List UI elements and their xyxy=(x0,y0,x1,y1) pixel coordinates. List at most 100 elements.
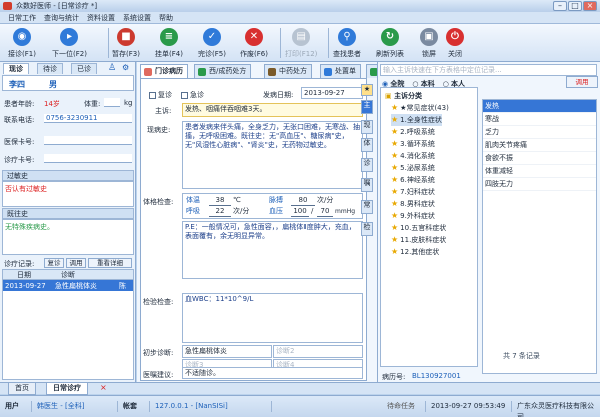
side-tab-advice[interactable]: 嘱 xyxy=(361,178,373,192)
complete-button[interactable]: ✓ 完诊(F5) xyxy=(198,26,226,60)
lab-input[interactable]: 血WBC：11*10^9/L xyxy=(182,293,363,343)
list-item[interactable]: 四肢无力 xyxy=(483,178,596,191)
tree-item[interactable]: ★ 11.皮肤科症状 xyxy=(391,234,446,246)
user-icon[interactable]: ♙ xyxy=(108,63,116,73)
tab-done[interactable]: 已诊 xyxy=(71,63,97,74)
insurance-input[interactable] xyxy=(44,136,132,145)
tab-waiting[interactable]: 待诊 xyxy=(37,63,63,74)
phone-input[interactable]: 0756-3230911 xyxy=(44,114,132,123)
physical-exam-input[interactable]: P.E：一般情况可，急性面容，，扁桃体Ⅱ度肿大，充血，表面覆有，余无明显异常。 xyxy=(182,221,363,279)
side-tab-diagnosis[interactable]: 诊 xyxy=(361,158,373,172)
diagnosis-2-input[interactable]: 诊断2 xyxy=(273,345,363,358)
pending-button[interactable]: ≡ 挂单(F4) xyxy=(155,26,183,60)
tree-item[interactable]: ★ 2.呼吸系统 xyxy=(391,126,435,138)
save-draft-button[interactable]: ■ 暂存(F3) xyxy=(112,26,140,60)
side-tab-star-icon[interactable]: ★ xyxy=(361,84,373,96)
close-button[interactable]: ⏻ 关闭 xyxy=(446,26,464,60)
diagnosis-label: 初步诊断: xyxy=(143,349,174,357)
side-tab-complaint[interactable]: 主 xyxy=(361,100,373,114)
emergency-checkbox[interactable]: 急诊 xyxy=(181,90,204,100)
lock-screen-button[interactable]: ▣ 锁屏 xyxy=(420,26,438,60)
revisit-button[interactable]: 复诊 xyxy=(44,258,64,268)
history-text[interactable]: 无特殊疾病史。 xyxy=(2,219,134,255)
advice-row: 医嘱建议: 不适随诊。 xyxy=(140,367,367,381)
close-window-button[interactable]: × xyxy=(583,1,597,11)
side-tab-common[interactable]: 常 xyxy=(361,200,373,214)
tree-item[interactable]: ★ 10.五官科症状 xyxy=(391,222,446,234)
record-table-header: 日期 诊断 xyxy=(3,270,133,280)
document-tabs: 首页 日常诊疗 × xyxy=(0,382,600,395)
complaint-input[interactable]: 发热、咽痛伴吞咽难3天。 xyxy=(182,103,363,117)
print-icon: ▤ xyxy=(292,28,311,46)
menu-system-settings[interactable]: 系统设置 xyxy=(123,13,151,23)
list-item[interactable]: 发热 xyxy=(483,100,596,113)
list-item[interactable]: 肌肉关节疼痛 xyxy=(483,139,596,152)
star-icon: ★ xyxy=(391,163,399,172)
bp-high-input[interactable]: 100 xyxy=(291,207,309,217)
use-template-button[interactable]: 调用 xyxy=(566,76,598,88)
find-patient-button[interactable]: ⚲ 查找患者 xyxy=(333,26,361,60)
call-patient-button[interactable]: ◉ 接诊(F1) xyxy=(8,26,36,60)
tree-item[interactable]: ★ 1.全身性症状 xyxy=(391,114,442,126)
menu-query-stats[interactable]: 查询与统计 xyxy=(44,13,79,23)
tree-item[interactable]: ★ 9.外科症状 xyxy=(391,210,435,222)
complaint-list: 发热 寒战 乏力 肌肉关节疼痛 食欲不振 体重减轻 四肢无力 共 7 条记录 xyxy=(482,99,597,374)
tree-root[interactable]: ▣ 主诉分类 xyxy=(385,90,422,102)
tree-item[interactable]: ★ 7.妇科症状 xyxy=(391,186,435,198)
minimize-button[interactable]: – xyxy=(553,1,567,11)
tree-item[interactable]: ★ 4.消化系统 xyxy=(391,150,435,162)
tree-item[interactable]: ★ 8.男科症状 xyxy=(391,198,435,210)
advice-input[interactable]: 不适随诊。 xyxy=(182,367,363,379)
respiration-input[interactable]: 22 xyxy=(209,207,231,217)
tab-current[interactable]: 现诊 xyxy=(3,63,29,74)
load-record-button[interactable]: 调用 xyxy=(66,258,86,268)
menu-help[interactable]: 帮助 xyxy=(159,13,173,23)
history-header: 既往史 xyxy=(2,208,134,219)
vitals-box: 体温 38 ℃ 脉搏 80 次/分 呼吸 22 次/分 血压 100 / 70 … xyxy=(182,193,363,219)
tab-western-prescription[interactable]: 西/成药处方 xyxy=(194,64,252,78)
tree-item[interactable]: ★ 6.神经系统 xyxy=(391,174,435,186)
tab-outpatient-record[interactable]: 门诊病历 xyxy=(140,64,188,78)
medical-record-panel: 门诊病历 西/成药处方 中药处方 处置单 其它 复诊 急诊 发病日期: 2013… xyxy=(137,62,415,382)
void-button[interactable]: ✕ 作废(F6) xyxy=(240,26,268,60)
tree-item[interactable]: ★ 5.泌尿系统 xyxy=(391,162,435,174)
pulse-input[interactable]: 80 xyxy=(291,196,315,206)
onset-date-picker[interactable]: 2013-09-27 xyxy=(301,87,363,99)
list-item[interactable]: 乏力 xyxy=(483,126,596,139)
allergy-text[interactable]: 否认有过敏史 xyxy=(2,181,134,207)
template-search-input[interactable]: 输入主诉快速在下方表格中定位记录... xyxy=(380,64,597,76)
tab-chinese-prescription[interactable]: 中药处方 xyxy=(264,64,312,78)
void-icon: ✕ xyxy=(244,28,263,46)
next-patient-button[interactable]: ▸ 下一位(F2) xyxy=(52,26,87,60)
side-tab-present[interactable]: 现 xyxy=(361,120,373,134)
tree-item[interactable]: ★ ★常见症状(43) xyxy=(391,102,449,114)
list-item[interactable]: 体重减轻 xyxy=(483,165,596,178)
menu-daily-work[interactable]: 日常工作 xyxy=(8,13,36,23)
bp-low-input[interactable]: 70 xyxy=(317,207,333,217)
tab-treatment-sheet[interactable]: 处置单 xyxy=(320,64,361,78)
tab-daily-clinic[interactable]: 日常诊疗 xyxy=(46,383,88,395)
side-tab-lab[interactable]: 检 xyxy=(361,222,373,236)
weight-input[interactable] xyxy=(104,98,120,107)
record-icon xyxy=(144,68,152,76)
refresh-list-button[interactable]: ↻ 刷新列表 xyxy=(376,26,404,60)
view-detail-button[interactable]: 重看详细 xyxy=(88,258,132,268)
settings-icon[interactable]: ⚙ xyxy=(122,63,129,72)
clinic-card-input[interactable] xyxy=(44,154,132,163)
table-row[interactable]: 2013-09-27 急性扁桃体炎 陈 xyxy=(3,280,133,291)
present-illness-input[interactable]: 患者发病来伴头痛，全身乏力，无张口困难，无寒战、抽搐，无呼吸困难。既往史：无"高… xyxy=(182,121,363,189)
tree-item[interactable]: ★ 3.循环系统 xyxy=(391,138,435,150)
side-tab-exam[interactable]: 体 xyxy=(361,138,373,152)
tab-home[interactable]: 首页 xyxy=(8,383,36,395)
list-item[interactable]: 食欲不振 xyxy=(483,152,596,165)
temperature-input[interactable]: 38 xyxy=(209,196,231,206)
print-button[interactable]: ▤ 打印(F12) xyxy=(285,26,317,60)
maximize-button[interactable]: □ xyxy=(568,1,582,11)
folder-icon: ▣ xyxy=(385,92,392,100)
close-tab-icon[interactable]: × xyxy=(100,383,107,392)
menu-data-settings[interactable]: 资料设置 xyxy=(87,13,115,23)
revisit-checkbox[interactable]: 复诊 xyxy=(149,90,172,100)
diagnosis-1-input[interactable]: 急性扁桃体炎 xyxy=(182,345,272,358)
list-item[interactable]: 寒战 xyxy=(483,113,596,126)
tree-item[interactable]: ★ 12.其他症状 xyxy=(391,246,439,258)
